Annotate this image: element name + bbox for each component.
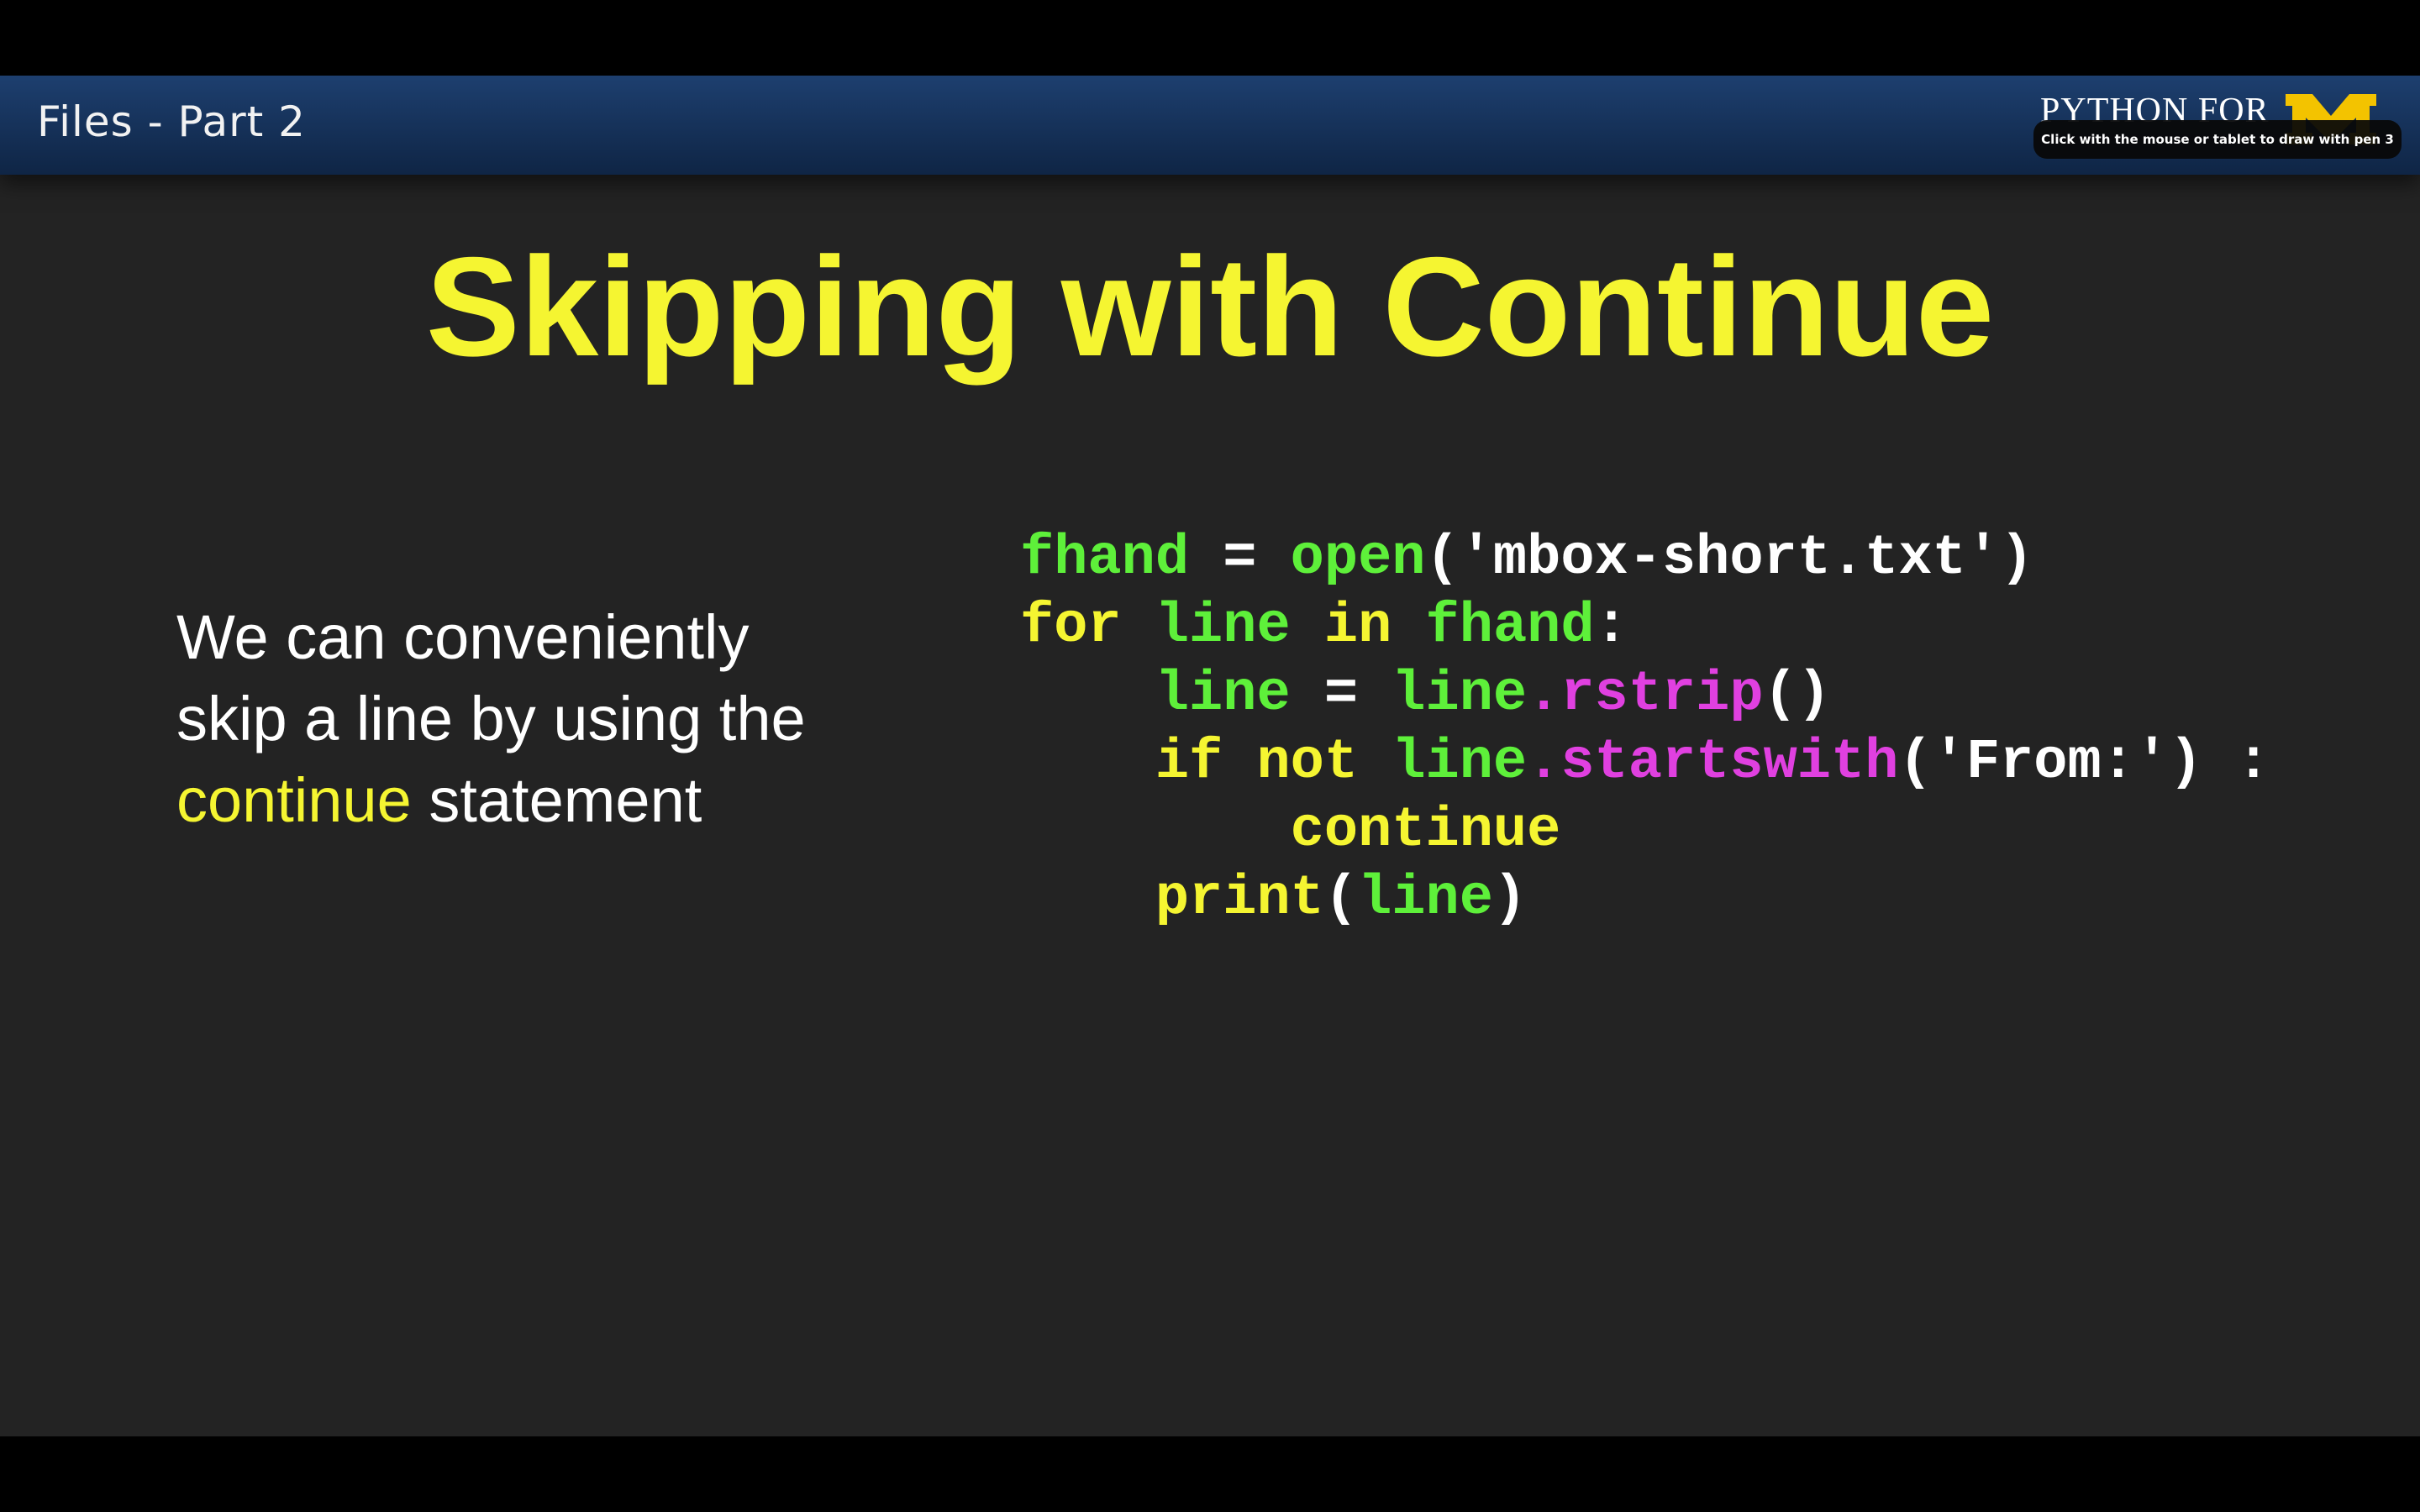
code-token: if [1155,731,1223,795]
code-line: line = line.rstrip() [1020,661,2270,729]
code-token: ( [1323,867,1359,931]
body-line-2: skip a line by using the [176,684,806,753]
code-line: for line in fhand: [1020,593,2270,661]
code-token: line [1392,663,1528,727]
code-token: ) [1492,867,1528,931]
code-line: fhand = open('mbox-short.txt') [1020,525,2270,593]
lecture-title: Files - Part 2 [37,97,306,146]
body-line-1: We can conveniently [176,602,750,672]
code-token: line [1392,731,1528,795]
code-token: () [1763,663,1831,727]
video-frame: Files - Part 2 PYTHON FOR Click with the… [0,0,2420,1512]
code-token: .rstrip [1527,663,1764,727]
slide-body-text: We can conveniently skip a line by using… [176,596,806,841]
continue-keyword: continue [176,765,412,835]
code-token: continue [1290,799,1561,863]
code-token: fhand [1425,595,1595,659]
code-token: open [1290,527,1426,591]
code-token: ('From:') : [1898,731,2270,795]
code-token: line [1155,595,1291,659]
code-token: for [1020,595,1122,659]
code-token: in [1323,595,1392,659]
slide-header: Files - Part 2 PYTHON FOR Click with the… [0,76,2420,175]
code-block: fhand = open('mbox-short.txt') for line i… [1020,525,2270,933]
slide-title: Skipping with Continue [425,228,1995,386]
code-token: print [1155,867,1324,931]
code-token: = [1189,527,1291,591]
code-token: ('mbox-short.txt') [1425,527,2034,591]
code-line: if not line.startswith('From:') : [1020,729,2270,797]
code-token: not [1256,731,1359,795]
body-line-3: continue statement [176,759,806,841]
code-token: line [1358,867,1493,931]
body-line-3-rest: statement [411,765,702,835]
code-token: line [1155,663,1291,727]
letterbox-bottom [0,1436,2420,1512]
code-line: print(line) [1020,865,2270,933]
draw-tooltip: Click with the mouse or tablet to draw w… [2033,120,2402,159]
code-token: : [1594,595,1628,659]
code-token: = [1290,663,1392,727]
code-token: .startswith [1527,731,1899,795]
code-token: fhand [1020,527,1190,591]
slide: Files - Part 2 PYTHON FOR Click with the… [0,76,2420,1436]
letterbox-top [0,0,2420,76]
code-line: continue [1020,797,2270,865]
